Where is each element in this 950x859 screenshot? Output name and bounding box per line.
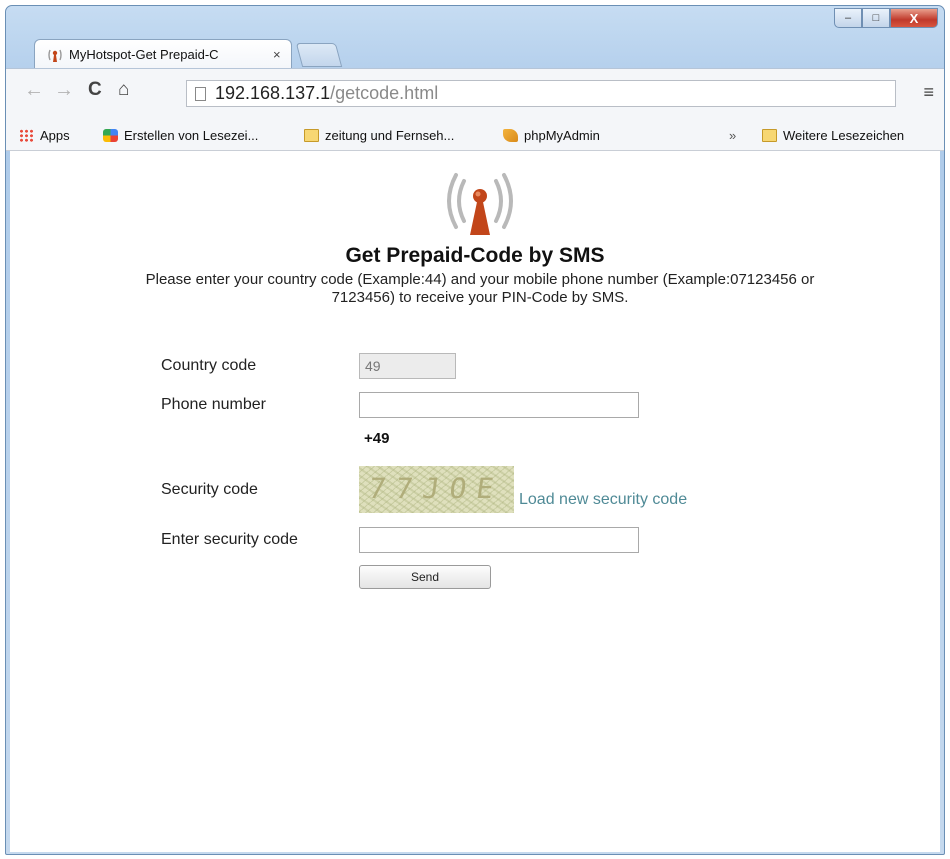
country-code-label: Country code xyxy=(161,357,257,374)
tab-title: MyHotspot-Get Prepaid-C xyxy=(69,47,219,62)
folder-icon xyxy=(762,129,777,142)
bookmark-label: zeitung und Fernseh... xyxy=(325,128,455,143)
folder-icon xyxy=(304,129,319,142)
browser-window: – □ X MyHotspot-Get Prepaid-C × ← → C ⌂ … xyxy=(5,5,945,855)
bookmarks-bar: Apps Erstellen von Lesezei... zeitung un… xyxy=(6,122,944,151)
forward-arrow-icon[interactable]: → xyxy=(54,79,74,102)
bookmark-other-folder[interactable]: Weitere Lesezeichen xyxy=(762,128,904,143)
bookmark-label: Erstellen von Lesezei... xyxy=(124,128,259,143)
hotspot-favicon-icon xyxy=(47,47,63,63)
phone-number-label: Phone number xyxy=(161,396,266,413)
bookmark-label: phpMyAdmin xyxy=(524,128,600,143)
browser-tab[interactable]: MyHotspot-Get Prepaid-C × xyxy=(34,39,292,69)
country-prefix: +49 xyxy=(364,430,390,447)
apps-grid-icon xyxy=(19,129,34,142)
back-arrow-icon[interactable]: ← xyxy=(24,79,44,102)
country-code-input[interactable] xyxy=(359,353,456,379)
bookmark-label: Weitere Lesezeichen xyxy=(783,128,905,143)
security-code-input[interactable] xyxy=(359,527,639,553)
page-description: Please enter your country code (Example:… xyxy=(145,271,815,306)
enter-security-code-label: Enter security code xyxy=(161,531,298,548)
address-host: 192.168.137.1 xyxy=(215,83,331,103)
captcha-text: 77JOE xyxy=(366,472,506,505)
browser-toolbar: ← → C ⌂ 192.168.137.1/getcode.html ≡ xyxy=(6,68,944,127)
load-new-security-code-link[interactable]: Load new security code xyxy=(519,491,687,509)
bookmark-label: Apps xyxy=(40,128,70,143)
address-bar[interactable]: 192.168.137.1/getcode.html xyxy=(186,80,896,107)
phone-number-input[interactable] xyxy=(359,392,639,418)
address-path: /getcode.html xyxy=(330,83,439,103)
bookmarks-overflow[interactable]: » xyxy=(729,128,736,143)
send-button[interactable]: Send xyxy=(359,565,491,589)
phpmyadmin-icon xyxy=(503,129,518,142)
bookmark-app-icon xyxy=(103,129,118,142)
menu-icon[interactable]: ≡ xyxy=(923,82,934,103)
bookmark-phpmyadmin[interactable]: phpMyAdmin xyxy=(503,128,600,143)
bookmark-erstellen[interactable]: Erstellen von Lesezei... xyxy=(103,128,258,143)
bookmark-zeitung-folder[interactable]: zeitung und Fernseh... xyxy=(304,128,454,143)
new-tab-button[interactable] xyxy=(295,43,343,67)
close-window-button[interactable]: X xyxy=(890,8,938,28)
page-icon xyxy=(195,86,206,101)
window-controls: – □ X xyxy=(834,8,938,28)
page-title: Get Prepaid-Code by SMS xyxy=(345,244,605,267)
bookmark-apps[interactable]: Apps xyxy=(19,128,70,143)
hotspot-antenna-icon xyxy=(447,173,513,235)
captcha-image: 77JOE xyxy=(359,466,514,513)
maximize-button[interactable]: □ xyxy=(862,8,890,28)
page-content: Get Prepaid-Code by SMS Please enter you… xyxy=(10,151,940,852)
home-icon[interactable]: ⌂ xyxy=(118,79,129,101)
security-code-label: Security code xyxy=(161,481,258,498)
reload-icon[interactable]: C xyxy=(88,79,102,101)
minimize-button[interactable]: – xyxy=(834,8,862,28)
tab-close-icon[interactable]: × xyxy=(273,47,281,62)
